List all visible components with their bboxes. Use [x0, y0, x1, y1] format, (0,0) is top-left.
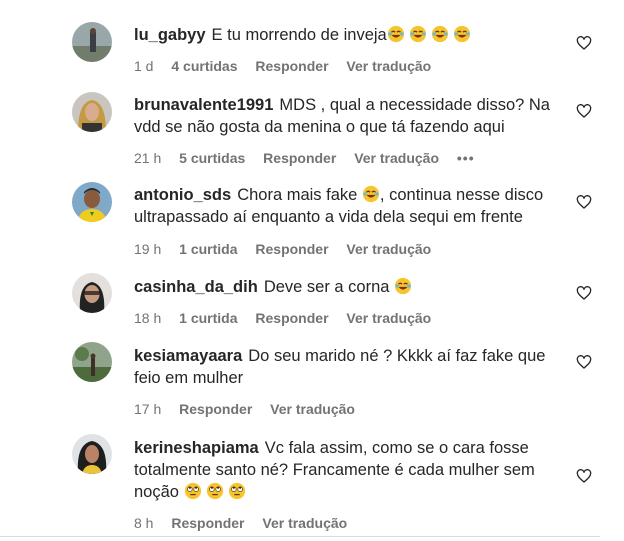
comment-body: Chora mais fake [237, 186, 358, 204]
username-link[interactable]: lu_gabyy [134, 26, 206, 44]
laughing-crying-emoji-icon [453, 25, 470, 43]
comment-meta: 19 h 1 curtida Responder Ver tradução [134, 241, 445, 257]
see-translation-button[interactable]: Ver tradução [262, 515, 347, 531]
rolling-eyes-emoji-icon [228, 482, 245, 500]
see-translation-button[interactable]: Ver tradução [346, 241, 431, 257]
comment-meta: 8 h Responder Ver tradução [134, 515, 361, 531]
comment-text: antonio_sds Chora mais fake , continua ne… [134, 184, 564, 228]
reply-button[interactable]: Responder [263, 150, 336, 166]
comment-meta: 17 h Responder Ver tradução [134, 401, 369, 417]
likes-count-button[interactable]: 1 curtida [179, 241, 237, 257]
comment-meta: 21 h 5 curtidas Responder Ver tradução •… [134, 150, 489, 166]
likes-count-button[interactable]: 4 curtidas [171, 58, 237, 74]
like-heart-icon[interactable] [576, 194, 592, 210]
like-heart-icon[interactable] [576, 354, 592, 370]
username-link[interactable]: casinha_da_dih [134, 278, 258, 296]
comment-text: casinha_da_dih Deve ser a corna [134, 276, 564, 298]
rolling-eyes-emoji-icon [184, 482, 201, 500]
likes-count-button[interactable]: 5 curtidas [179, 150, 245, 166]
username-link[interactable]: antonio_sds [134, 186, 231, 204]
comment-text: kesiamayaara Do seu marido né ? Kkkk aí f… [134, 345, 564, 389]
reply-button[interactable]: Responder [255, 58, 328, 74]
comment-meta: 1 d 4 curtidas Responder Ver tradução [134, 58, 445, 74]
comment-meta: 18 h 1 curtida Responder Ver tradução [134, 310, 445, 326]
likes-count-button[interactable]: 1 curtida [179, 310, 237, 326]
username-link[interactable]: brunavalente1991 [134, 96, 273, 114]
comment-text: lu_gabyy E tu morrendo de inveja [134, 24, 564, 46]
comment-body: E tu morrendo de inveja [211, 26, 387, 44]
reply-button[interactable]: Responder [171, 515, 244, 531]
timestamp[interactable]: 19 h [134, 241, 161, 257]
emoji-row [387, 25, 475, 44]
avatar[interactable] [72, 273, 112, 313]
timestamp[interactable]: 21 h [134, 150, 161, 166]
avatar[interactable] [72, 92, 112, 132]
reply-button[interactable]: Responder [255, 310, 328, 326]
like-heart-icon[interactable] [576, 103, 592, 119]
reply-button[interactable]: Responder [179, 401, 252, 417]
see-translation-button[interactable]: Ver tradução [354, 150, 439, 166]
avatar[interactable] [72, 22, 112, 62]
comment-text: kerineshapiama Vc fala assim, como se o c… [134, 437, 564, 503]
timestamp[interactable]: 8 h [134, 515, 153, 531]
timestamp[interactable]: 18 h [134, 310, 161, 326]
like-heart-icon[interactable] [576, 468, 592, 484]
see-translation-button[interactable]: Ver tradução [270, 401, 355, 417]
more-options-button[interactable]: ••• [457, 150, 475, 166]
comment-body: Deve ser a corna [263, 278, 390, 296]
username-link[interactable]: kerineshapiama [134, 439, 259, 457]
divider [0, 536, 600, 537]
see-translation-button[interactable]: Ver tradução [346, 58, 431, 74]
timestamp[interactable]: 17 h [134, 401, 161, 417]
see-translation-button[interactable]: Ver tradução [346, 310, 431, 326]
like-heart-icon[interactable] [576, 35, 592, 51]
laughing-crying-emoji-icon [362, 185, 380, 203]
laughing-crying-emoji-icon [409, 25, 426, 43]
username-link[interactable]: kesiamayaara [134, 347, 242, 365]
reply-button[interactable]: Responder [255, 241, 328, 257]
laughing-crying-emoji-icon [387, 25, 404, 43]
laughing-crying-emoji-icon [431, 25, 448, 43]
avatar[interactable] [72, 434, 112, 474]
laughing-crying-emoji-icon [394, 277, 412, 295]
avatar[interactable] [72, 342, 112, 382]
timestamp[interactable]: 1 d [134, 58, 153, 74]
comment-text: brunavalente1991 MDS , qual a necessidade… [134, 94, 564, 138]
like-heart-icon[interactable] [576, 285, 592, 301]
avatar[interactable] [72, 182, 112, 222]
rolling-eyes-emoji-icon [206, 482, 223, 500]
